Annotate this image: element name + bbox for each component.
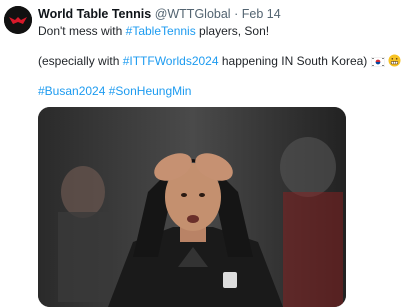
south-korea-flag-icon: [370, 57, 385, 67]
text: (especially with: [38, 54, 123, 68]
wtt-logo-icon: [4, 6, 32, 34]
tweet-header: World Table Tennis @WTTGlobal · Feb 14: [38, 7, 281, 22]
avatar[interactable]: [4, 6, 32, 34]
tweet-text-line-2: (especially with #ITTFWorlds2024 happeni…: [38, 54, 401, 69]
tweet-date[interactable]: Feb 14: [242, 7, 281, 21]
hashtag-link[interactable]: #SonHeungMin: [109, 84, 192, 98]
tweet-media[interactable]: [38, 107, 346, 307]
text: happening IN South Korea): [218, 54, 371, 68]
tweet-text-line-1: Don't mess with #TableTennis players, So…: [38, 24, 269, 39]
hashtag-link[interactable]: #Busan2024: [38, 84, 105, 98]
text: Don't mess with: [38, 24, 126, 38]
hashtag-link[interactable]: #ITTFWorlds2024: [123, 54, 219, 68]
hashtag-link[interactable]: #TableTennis: [126, 24, 196, 38]
text: players, Son!: [195, 24, 270, 38]
separator: ·: [234, 7, 239, 21]
author-name[interactable]: World Table Tennis: [38, 7, 151, 21]
tweet-hashtags: #Busan2024 #SonHeungMin: [38, 84, 191, 99]
photo-of-player-holding-head-icon: [38, 107, 346, 307]
grimacing-face-icon: [388, 54, 401, 67]
author-handle[interactable]: @WTTGlobal: [155, 7, 231, 21]
